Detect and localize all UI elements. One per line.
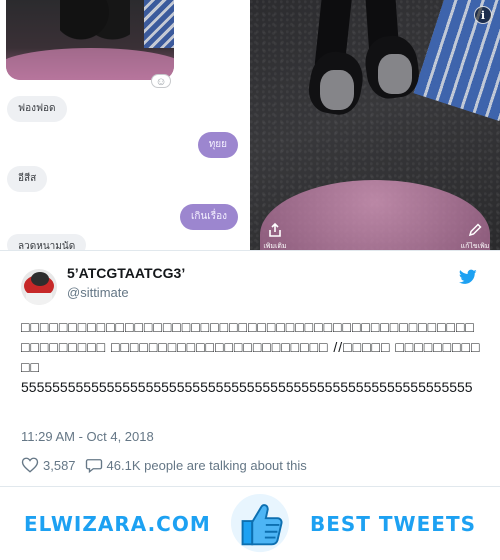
people-talking-link[interactable]: 46.1K people are talking about this	[107, 458, 307, 473]
heart-icon[interactable]	[21, 456, 39, 474]
avatar[interactable]	[21, 269, 57, 305]
chat-bubble-outgoing: เกินเรื่อง	[180, 204, 238, 230]
user-handle[interactable]: @sittimate	[67, 285, 129, 300]
edit-button[interactable]: แก้ไขเพิ่ม	[450, 222, 500, 250]
share-button[interactable]: เพิ่มเติม	[250, 222, 300, 250]
emoji-react-icon: ☺	[151, 74, 171, 88]
banner-tagline: BEST TWEETS	[310, 512, 476, 536]
tweet-text: □□□□□□□□□□□□□□□□□□□□□□□□□□□□□□□□□□□□□□□□…	[21, 317, 481, 397]
chat-photo-thumbnail	[6, 0, 174, 80]
share-icon	[250, 222, 300, 242]
tweet-timestamp[interactable]: 11:29 AM - Oct 4, 2018	[21, 429, 154, 444]
like-count[interactable]: 3,587	[43, 458, 76, 473]
street-photo-image[interactable]: i เพิ่มเติม แก้ไขเพิ่ม	[250, 0, 500, 250]
chat-bubble-incoming: ฟองฟอด	[7, 96, 67, 122]
edit-label: แก้ไขเพิ่ม	[460, 242, 490, 250]
chat-bubble-incoming: อีสีส	[7, 166, 48, 192]
site-banner: ELWIZARA.COM BEST TWEETS	[0, 488, 500, 560]
thumbs-up-icon	[230, 493, 290, 553]
chat-bubble-incoming: ลวดหนามนัด	[7, 234, 87, 250]
tweet-stats: 3,587 46.1K people are talking about thi…	[21, 455, 307, 475]
tweet-card: 5’ATCGTAATCG3’ @sittimate □□□□□□□□□□□□□□…	[0, 250, 500, 487]
speech-bubble-icon[interactable]	[85, 456, 103, 474]
display-name[interactable]: 5’ATCGTAATCG3’	[67, 265, 185, 281]
info-icon[interactable]: i	[474, 6, 492, 24]
chat-screenshot-image[interactable]: ☺ ฟองฟอด ทุยย อีสีส เกินเรื่อง ลวดหนามนั…	[0, 0, 248, 250]
tweet-media[interactable]: ☺ ฟองฟอด ทุยย อีสีส เกินเรื่อง ลวดหนามนั…	[0, 0, 500, 250]
pencil-icon	[450, 222, 500, 242]
site-brand: ELWIZARA.COM	[24, 512, 211, 536]
share-label: เพิ่มเติม	[263, 242, 287, 250]
twitter-bird-icon[interactable]	[459, 269, 477, 285]
tweet-text-thai: □□□□□□□□□□□□□□□□□□□□□□□□□□□□□□□□□□□□□□□□…	[21, 319, 481, 375]
tweet-text-laugh: 5555555555555555555555555555555555555555…	[21, 379, 473, 395]
chat-bubble-outgoing: ทุยย	[197, 132, 238, 158]
